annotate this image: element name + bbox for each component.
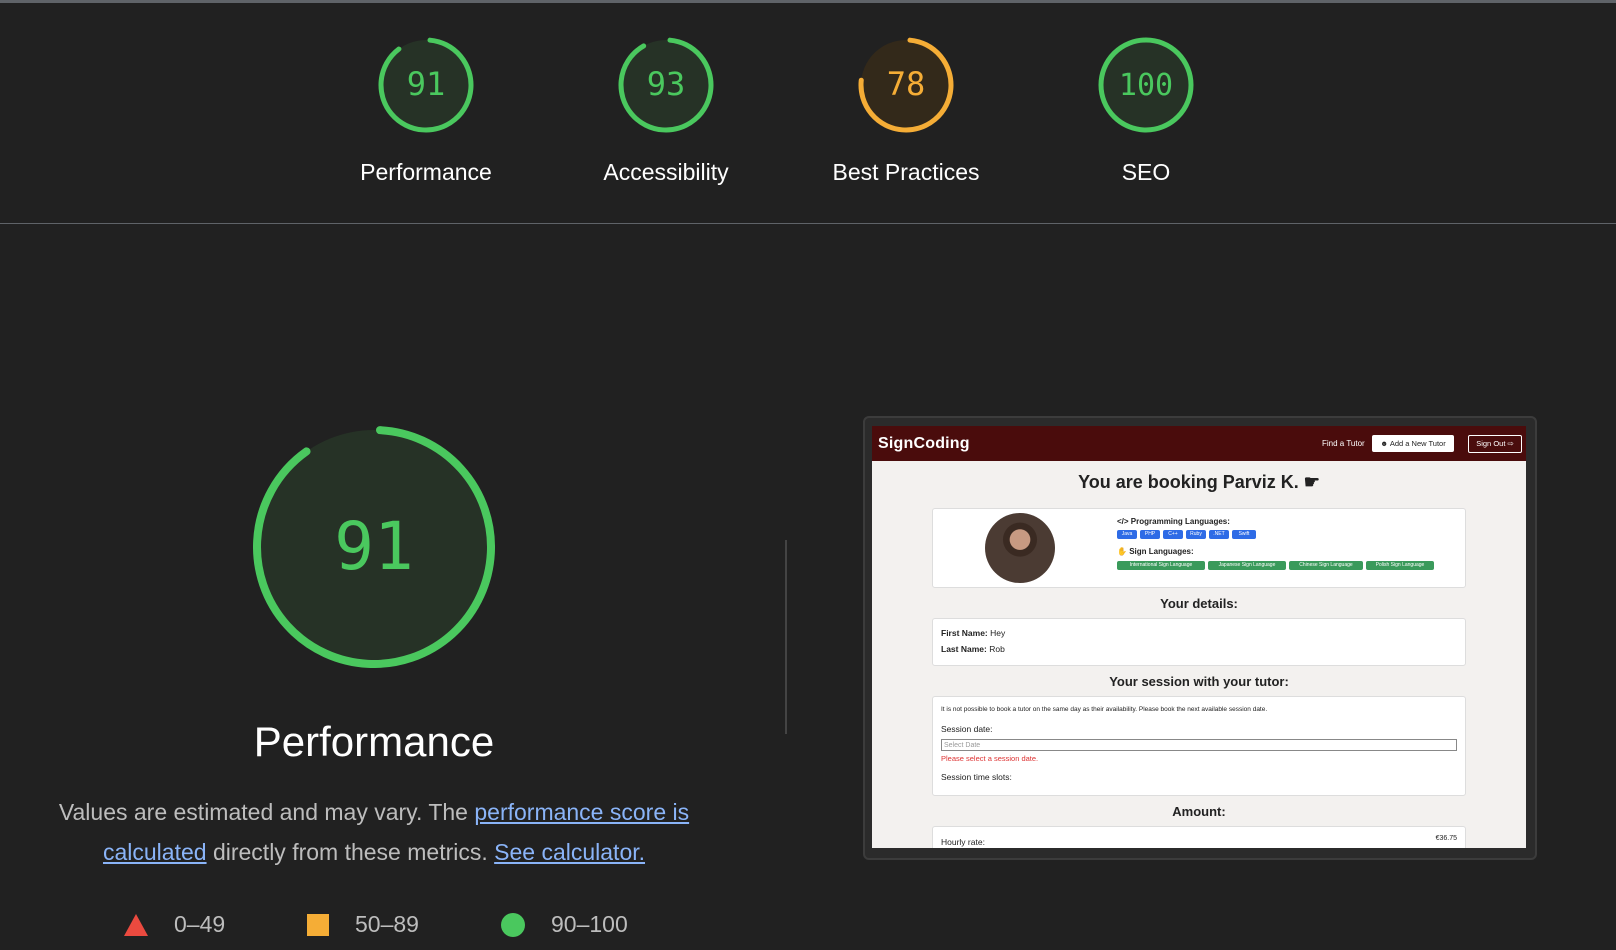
hand-icon: ✋ xyxy=(1117,547,1130,556)
gauge-label: Performance xyxy=(360,159,492,185)
performance-score-gauge: 91 xyxy=(253,426,495,668)
details-heading: Your details: xyxy=(1160,596,1238,611)
first-name-value: Hey xyxy=(990,628,1006,638)
find-tutor-link: Find a Tutor xyxy=(1322,439,1365,448)
sign-lang-chip: Polish Sign Language xyxy=(1366,561,1434,570)
session-heading: Your session with your tutor: xyxy=(1109,674,1289,689)
legend-range: 0–49 xyxy=(174,911,226,938)
add-tutor-button: ☻ Add a New Tutor xyxy=(1372,435,1454,452)
session-note: It is not possible to book a tutor on th… xyxy=(941,706,1268,713)
gauge-label: Best Practices xyxy=(832,159,980,185)
sign-lang-chip: International Sign Language xyxy=(1117,561,1205,570)
gauge-score: 100 xyxy=(1119,68,1173,103)
prog-lang-chip: .NET xyxy=(1209,530,1229,539)
section-divider xyxy=(785,540,787,734)
gauge-ring-best-practices: 78 xyxy=(858,37,954,133)
sign-out-icon: ⇨ xyxy=(1505,439,1514,448)
prog-lang-chip: PHP xyxy=(1140,530,1160,539)
performance-score: 91 xyxy=(334,508,413,585)
last-name-row: Last Name: Rob xyxy=(941,644,1005,654)
red-triangle-icon xyxy=(124,913,148,936)
performance-title: Performance xyxy=(253,718,495,765)
gauge-score: 93 xyxy=(647,65,686,103)
description-text: directly from these metrics. xyxy=(206,839,495,865)
sign-languages-text: Sign Languages: xyxy=(1129,547,1194,556)
booking-heading-text: You are booking Parviz K. xyxy=(1078,472,1299,492)
gauge-ring-accessibility: 93 xyxy=(618,37,714,133)
orange-square-icon xyxy=(307,913,329,936)
booking-heading: You are booking Parviz K. ☛ xyxy=(872,472,1526,493)
sign-out-label: Sign Out xyxy=(1476,439,1506,448)
gauge-accessibility[interactable]: 93 Accessibility xyxy=(566,35,766,186)
gauge-best-practices[interactable]: 78 Best Practices xyxy=(806,35,1006,186)
gauge-score: 91 xyxy=(407,65,446,103)
last-name-value: Rob xyxy=(989,644,1005,654)
add-tutor-label: Add a New Tutor xyxy=(1389,439,1446,448)
hourly-rate-value: €36.75 xyxy=(1435,835,1457,842)
last-name-label: Last Name: xyxy=(941,644,987,654)
session-slots-label: Session time slots: xyxy=(941,772,1012,782)
see-calculator-link[interactable]: See calculator. xyxy=(494,839,645,865)
performance-description: Values are estimated and may vary. The p… xyxy=(38,792,710,872)
add-user-icon: ☻ xyxy=(1380,439,1390,448)
prog-lang-chip: Java xyxy=(1117,530,1137,539)
gauge-score: 78 xyxy=(887,65,926,103)
tutor-card: </> Programming Languages: Java PHP C++ … xyxy=(932,508,1466,588)
session-date-label: Session date: xyxy=(941,724,993,734)
gauge-ring-seo: 100 xyxy=(1098,37,1194,133)
description-text: Values are estimated and may vary. The xyxy=(58,799,475,825)
prog-lang-chip: Swift xyxy=(1232,530,1256,539)
category-gauges-bar: 91 Performance 93 Accessibility 78 Best … xyxy=(0,3,1616,224)
tutor-avatar xyxy=(985,513,1055,583)
sign-lang-chip: Japanese Sign Language xyxy=(1208,561,1286,570)
programming-languages-label: </> Programming Languages: xyxy=(1117,517,1230,526)
final-screenshot[interactable]: SignCoding Find a Tutor ☻ Add a New Tuto… xyxy=(872,426,1526,848)
sign-lang-chip: Chinese Sign Language xyxy=(1289,561,1363,570)
legend-item-poor: 0–49 xyxy=(124,910,225,938)
gauge-label: Accessibility xyxy=(603,159,729,185)
app-brand: SignCoding xyxy=(878,435,970,452)
sign-out-button: Sign Out ⇨ xyxy=(1468,435,1522,453)
prog-lang-chip: Ruby xyxy=(1186,530,1206,539)
prog-lang-chip: C++ xyxy=(1163,530,1183,539)
gauge-seo[interactable]: 100 SEO xyxy=(1046,35,1246,186)
first-name-row: First Name: Hey xyxy=(941,628,1005,638)
legend-item-good: 90–100 xyxy=(501,910,628,938)
amount-heading: Amount: xyxy=(1172,804,1226,819)
teacher-icon: ☛ xyxy=(1303,472,1320,492)
amount-card: Hourly rate: €36.75 xyxy=(932,826,1466,848)
gauge-ring-performance: 91 xyxy=(378,37,474,133)
legend-item-average: 50–89 xyxy=(307,910,419,938)
first-name-label: First Name: xyxy=(941,628,988,638)
details-card: First Name: Hey Last Name: Rob xyxy=(932,618,1466,666)
session-date-input: Select Date xyxy=(941,739,1457,751)
gauge-label: SEO xyxy=(1121,159,1171,185)
app-navbar: SignCoding Find a Tutor ☻ Add a New Tuto… xyxy=(872,426,1526,461)
session-date-error: Please select a session date. xyxy=(941,754,1039,763)
legend-range: 50–89 xyxy=(355,911,419,938)
session-card: It is not possible to book a tutor on th… xyxy=(932,696,1466,796)
legend-range: 90–100 xyxy=(551,911,628,938)
sign-languages-label: ✋ Sign Languages: xyxy=(1117,547,1194,556)
gauge-performance[interactable]: 91 Performance xyxy=(326,35,526,186)
hourly-rate-label: Hourly rate: xyxy=(941,837,985,847)
green-circle-icon xyxy=(501,912,525,937)
